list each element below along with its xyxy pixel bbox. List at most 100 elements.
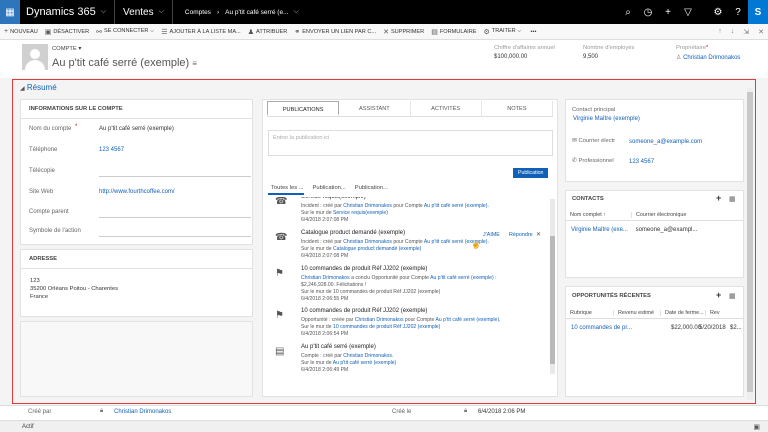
- address-line-1[interactable]: 123: [30, 277, 118, 285]
- address-line-2[interactable]: 35200 Orléans Poitou - Charentes: [30, 285, 118, 293]
- area-chevron-down-icon[interactable]: ⌵: [159, 8, 164, 16]
- command-3-button[interactable]: ☰ AJOUTER À LA LISTE MA...: [161, 28, 240, 36]
- header-field-revenue: Chiffre d'affaires annuel $100,000.00: [494, 45, 555, 60]
- account-avatar[interactable]: [22, 44, 48, 70]
- app-launcher-icon[interactable]: ▦: [0, 0, 20, 24]
- timeline-activity[interactable]: ⚑ 10 commandes de produit Réf JJ202 (exem…: [275, 266, 535, 302]
- add-opportunity-icon[interactable]: +: [716, 290, 721, 300]
- header-field-owner: Propriétaire* ♙ Christian Drimonakos: [676, 45, 741, 61]
- tab-1[interactable]: ASSISTANT: [339, 101, 411, 116]
- user-icon: ♙: [676, 55, 682, 61]
- command-2-button[interactable]: ⚯ SE CONNECTER ⌵: [96, 28, 154, 36]
- activity-icon: ⚑: [275, 310, 284, 321]
- hierarchy-icon[interactable]: ≡: [192, 59, 197, 68]
- command-5-button[interactable]: ⚭ ENVOYER UN LIEN PAR C...: [294, 28, 376, 36]
- close-icon[interactable]: ✕: [536, 231, 541, 238]
- recent-icon[interactable]: ◷: [638, 7, 658, 18]
- command-icon: ⚯: [96, 28, 103, 36]
- app-name[interactable]: Dynamics 365: [26, 6, 96, 18]
- account-info-section: INFORMATIONS SUR LE COMPTE Nom du compte…: [20, 99, 253, 245]
- col-rev[interactable]: Rev: [706, 310, 726, 316]
- subtab-1[interactable]: Publication...: [313, 185, 346, 191]
- col-fullname[interactable]: Nom complet ↑: [566, 211, 632, 218]
- section-title: INFORMATIONS SUR LE COMPTE: [21, 100, 252, 119]
- entity-type-selector[interactable]: COMPTE ▾: [52, 46, 81, 52]
- timeline-activity[interactable]: ☎ Service requis(exemple) Incident : créé …: [275, 197, 535, 230]
- col-est-revenue[interactable]: Revenu estimé: [614, 309, 661, 316]
- breadcrumb-record[interactable]: Au p'tit café serré (e...: [225, 9, 288, 16]
- email-icon: ✉: [572, 138, 577, 144]
- grid-view-icon[interactable]: ▦: [729, 195, 736, 203]
- contacts-subgrid: CONTACTS + ▦ Nom complet ↑ Courrier élec…: [565, 190, 744, 278]
- breadcrumb-arrow-icon: ›: [216, 8, 220, 16]
- plus-icon[interactable]: +: [658, 7, 678, 18]
- subtab-2[interactable]: Publication...: [355, 185, 388, 191]
- post-input[interactable]: Entrer la publication ici: [268, 130, 553, 156]
- contact-email-link[interactable]: someone_a@example.com: [629, 139, 702, 145]
- grid-view-icon[interactable]: ▦: [729, 292, 736, 300]
- like-link[interactable]: J'AIME: [483, 232, 500, 238]
- command-icon: ☰: [161, 28, 168, 36]
- activity-icon: ▤: [275, 346, 285, 357]
- settings-gear-icon[interactable]: ⚙: [708, 7, 728, 18]
- created-on-value: 6/4/2018 2:06 PM: [478, 409, 526, 415]
- help-icon[interactable]: ?: [728, 7, 748, 18]
- command-1-button[interactable]: ▣ DÉSACTIVER: [45, 28, 89, 36]
- command-icon: ⚙: [483, 28, 490, 36]
- command-6-button[interactable]: ✕ SUPPRIMER: [383, 28, 424, 36]
- tab-2[interactable]: ACTIVITÉS: [411, 101, 482, 116]
- timeline-scroll-thumb[interactable]: [550, 236, 555, 364]
- area-selector[interactable]: Ventes: [123, 7, 154, 18]
- arrow-down-icon[interactable]: ↓: [731, 28, 735, 36]
- reply-link[interactable]: Répondre: [509, 232, 533, 238]
- command-8-button[interactable]: ⚙ TRAITER ⌵: [484, 28, 522, 36]
- breadcrumb-chevron-down-icon[interactable]: ⌵: [294, 8, 299, 16]
- col-close-date[interactable]: Date de ferme...: [661, 309, 706, 316]
- lock-icon: 🔒︎: [100, 408, 104, 414]
- status-bar: Actif ▣: [0, 420, 768, 432]
- activity-icon: ☎: [275, 232, 288, 243]
- publish-button[interactable]: Publication: [513, 168, 549, 178]
- timeline-activity[interactable]: ⚑ 10 commandes de produit Réf JJ202 (exem…: [275, 308, 535, 344]
- breadcrumb-entity[interactable]: Comptes: [185, 9, 211, 16]
- command-bar: + NOUVEAU ▣ DÉSACTIVER ⚯ SE CONNECTER ⌵ ☰ AJOUT…: [0, 24, 768, 40]
- phone-icon: ✆: [572, 158, 577, 164]
- command-4-button[interactable]: ♟ ATTRIBUER: [248, 28, 288, 36]
- filter-icon[interactable]: ▽: [678, 7, 698, 18]
- command-icon: ▤: [431, 28, 438, 36]
- created-by-link[interactable]: Christian Drimonakos: [114, 409, 171, 415]
- tab-resume[interactable]: ◢ Résumé: [20, 83, 57, 92]
- tab-3[interactable]: NOTES: [482, 101, 553, 116]
- contact-phone-link[interactable]: 123 4567: [629, 159, 654, 165]
- arrow-up-icon[interactable]: ↑: [718, 28, 722, 36]
- empty-section: [20, 321, 253, 397]
- command-icon: ✕: [383, 28, 389, 36]
- address-line-3[interactable]: France: [30, 293, 118, 301]
- mouse-cursor-icon: ☝: [471, 240, 481, 249]
- address-section: ADRESSE 123 35200 Orléans Poitou - Chare…: [20, 249, 253, 317]
- command-7-button[interactable]: ▤ FORMULAIRE: [431, 28, 476, 36]
- popout-icon[interactable]: ⇲: [743, 28, 749, 36]
- command-9-button[interactable]: •••: [529, 29, 537, 35]
- skype-icon[interactable]: S: [748, 0, 768, 24]
- table-row[interactable]: Virginie Maître (exe... someone_a@exampl…: [571, 227, 697, 233]
- top-nav-bar: ▦ Dynamics 365 ⌵ Ventes ⌵ Comptes › Au p…: [0, 0, 768, 24]
- save-icon[interactable]: ▣: [753, 423, 760, 431]
- subtab-0[interactable]: Toutes les ...: [271, 185, 304, 191]
- section-title: ADRESSE: [21, 250, 252, 269]
- timeline-section: PUBLICATIONS ASSISTANT ACTIVITÉS NOTES Entr…: [262, 99, 558, 397]
- primary-contact-link[interactable]: Virginie Maître (exemple): [573, 116, 640, 122]
- command-icon: ⚭: [294, 28, 301, 36]
- owner-link[interactable]: Christian Drimonakos: [683, 55, 740, 61]
- search-icon[interactable]: ⌕: [618, 7, 638, 18]
- timeline-activity[interactable]: ▤ Au p'tit café serré (exemple) Compte : c…: [275, 344, 535, 380]
- activity-icon: ☎: [275, 197, 288, 207]
- add-contact-icon[interactable]: +: [716, 193, 721, 203]
- command-0-button[interactable]: + NOUVEAU: [4, 28, 38, 35]
- close-record-icon[interactable]: ✕: [758, 28, 764, 36]
- col-topic[interactable]: Rubrique: [566, 309, 614, 316]
- tab-0[interactable]: PUBLICATIONS: [267, 101, 340, 116]
- col-email[interactable]: Courrier électronique: [632, 212, 712, 218]
- form-scroll-thumb[interactable]: [747, 92, 753, 392]
- app-chevron-down-icon[interactable]: ⌵: [101, 8, 106, 16]
